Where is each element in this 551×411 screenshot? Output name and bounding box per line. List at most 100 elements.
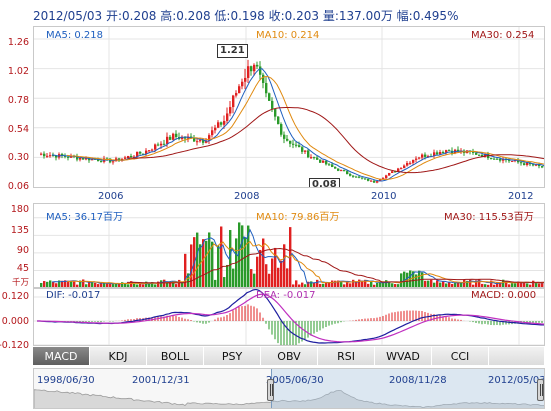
tab-cci[interactable]: CCI <box>432 347 489 365</box>
tab-boll[interactable]: BOLL <box>147 347 204 365</box>
tab-wvad[interactable]: WVAD <box>375 347 432 365</box>
candle-body <box>319 159 322 163</box>
navigator-date-label: 2008/11/28 <box>389 375 447 386</box>
volume-bar <box>271 258 274 287</box>
volume-tick-label: 45 <box>16 263 29 274</box>
tab-spacer <box>489 347 545 365</box>
volume-bar <box>286 268 289 287</box>
vol-ma5-line <box>51 228 544 285</box>
candle-body <box>448 150 451 152</box>
volume-bar <box>70 281 73 287</box>
volume-bar <box>400 273 403 287</box>
volume-tick-label: 135 <box>10 225 29 236</box>
candle-body <box>130 156 133 158</box>
tab-macd[interactable]: MACD <box>33 347 90 365</box>
candle-body <box>436 152 439 155</box>
volume-bar <box>82 279 85 287</box>
candle-body <box>316 157 319 160</box>
navigator-left-handle[interactable] <box>267 379 274 401</box>
candle-body <box>127 156 130 158</box>
candle-body <box>499 158 502 161</box>
tab-psy[interactable]: PSY <box>204 347 261 365</box>
volume-bar <box>352 279 355 287</box>
candle-body <box>67 156 70 158</box>
candle-body <box>412 159 415 163</box>
macd-chart[interactable]: DIF: -0.017 DEA: -0.017 MACD: 0.000 <box>33 288 545 346</box>
candle-body <box>418 157 421 159</box>
range-navigator[interactable]: 1998/06/30 2001/12/31 2005/06/30 2008/11… <box>33 368 545 409</box>
macd-value-label: MACD: 0.000 <box>471 290 537 301</box>
ma30-line <box>126 107 544 174</box>
high-price-callout: 1.21 <box>217 44 248 58</box>
volume-bar <box>49 280 52 287</box>
volume-bar <box>277 267 280 287</box>
candle-body <box>271 100 274 109</box>
candle-body <box>220 122 223 125</box>
volume-bar <box>430 279 433 287</box>
volume-bar <box>253 273 256 287</box>
candle-body <box>544 166 545 167</box>
candle-body <box>262 74 265 84</box>
price-chart[interactable]: MA5: 0.218 MA10: 0.214 MA30: 0.254 1.21 … <box>33 26 545 188</box>
volume-bar <box>160 280 163 287</box>
candle-body <box>334 166 337 169</box>
candle-body <box>496 158 499 160</box>
candle-body <box>301 147 304 152</box>
volume-chart[interactable]: MA5: 36.17百万 MA10: 79.86百万 MA30: 115.53百… <box>33 203 545 288</box>
volume-bar <box>208 232 211 287</box>
ma5-line <box>51 68 544 182</box>
candle-body <box>325 160 328 165</box>
navigator-right-handle[interactable] <box>537 379 544 401</box>
volume-bar <box>316 279 319 287</box>
macd-tick-label: 0.120 <box>1 291 29 302</box>
dea-line <box>37 293 544 343</box>
candle-body <box>415 158 418 160</box>
tab-kdj[interactable]: KDJ <box>90 347 147 365</box>
volume-bar <box>280 260 283 287</box>
volume-tick-label: 180 <box>10 204 29 215</box>
candle-body <box>478 154 481 156</box>
vol-ma10-label: MA10: 79.86百万 <box>256 212 340 223</box>
candle-body <box>232 95 235 108</box>
candle-body <box>265 83 268 94</box>
candle-body <box>370 180 373 182</box>
volume-bar <box>463 279 466 287</box>
candle-body <box>43 153 46 157</box>
candle-body <box>214 127 217 131</box>
candle-body <box>361 177 364 179</box>
candle-body <box>253 64 256 72</box>
tab-obv[interactable]: OBV <box>261 347 318 365</box>
candle-body <box>238 86 241 94</box>
volume-bar <box>544 281 545 288</box>
vol-ma10-line <box>66 240 544 285</box>
volume-bar <box>211 241 214 287</box>
candle-body <box>46 155 49 157</box>
macd-tick-label: -0.120 <box>0 340 29 351</box>
ma10-label: MA10: 0.214 <box>256 30 320 41</box>
price-tick-label: 0.78 <box>7 95 29 106</box>
candle-body <box>166 136 169 144</box>
price-tick-label: 1.02 <box>7 66 29 77</box>
candle-body <box>400 168 403 170</box>
volume-bar <box>223 277 226 287</box>
volume-bar <box>256 256 259 287</box>
tab-rsi[interactable]: RSI <box>318 347 375 365</box>
candle-body <box>283 134 286 139</box>
volume-bar <box>214 279 217 287</box>
volume-tick-label: 90 <box>16 245 29 256</box>
candle-body <box>196 141 199 143</box>
candle-body <box>229 107 232 114</box>
candle-body <box>343 170 346 172</box>
price-tick-label: 0.06 <box>7 181 29 192</box>
x-axis-label: 2008 <box>234 191 260 202</box>
price-chart-svg <box>34 27 545 187</box>
navigator-date-label: 2001/12/31 <box>132 375 190 386</box>
volume-bar <box>361 281 364 287</box>
candle-body <box>541 166 544 168</box>
candle-body <box>385 175 388 179</box>
volume-bar <box>220 226 223 287</box>
candle-body <box>247 66 250 78</box>
candle-body <box>292 143 295 145</box>
candle-body <box>298 145 301 148</box>
volume-unit-label: 千万 <box>11 278 29 288</box>
